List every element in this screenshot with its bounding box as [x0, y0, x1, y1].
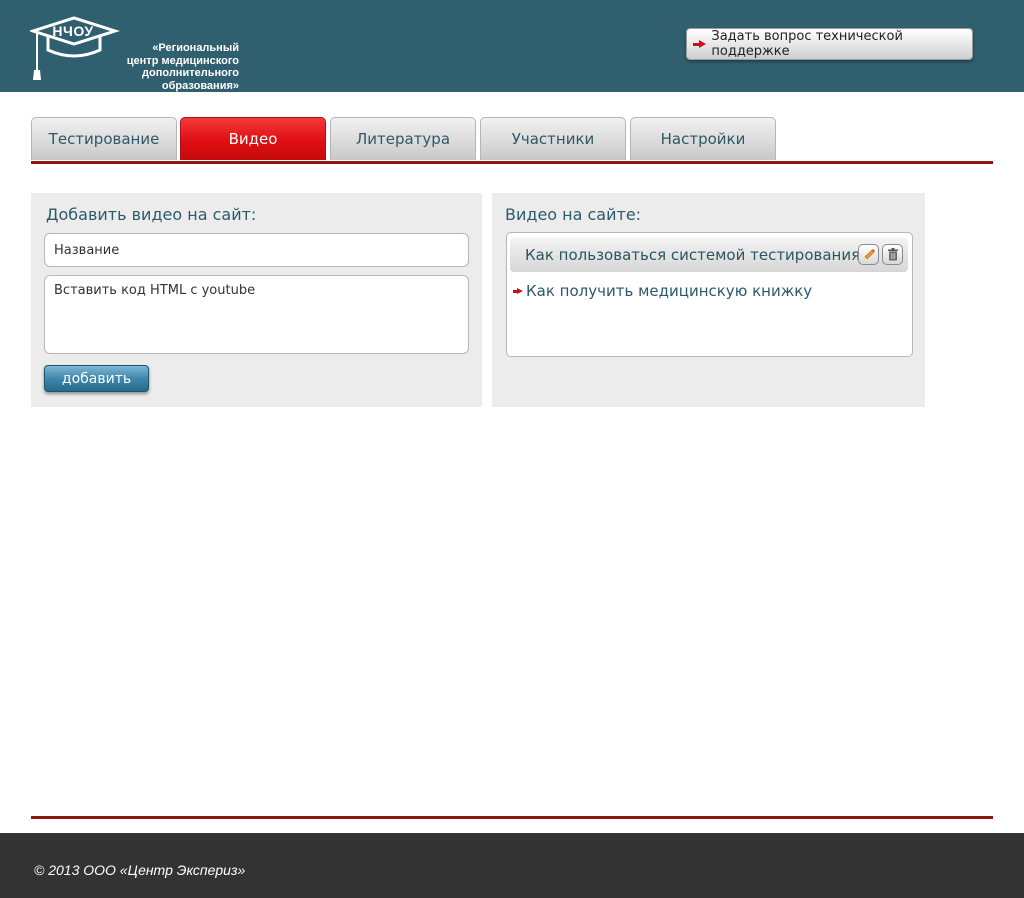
site-videos-panel: Видео на сайте: Как пользоваться системо…	[492, 193, 925, 407]
tab-participants[interactable]: Участники	[480, 117, 626, 160]
video-list: Как пользоваться системой тестирования К…	[506, 232, 913, 357]
tabs-divider	[31, 161, 993, 164]
logo-name-line: «Региональный	[152, 42, 239, 54]
tech-support-button[interactable]: Задать вопрос технической поддержке	[686, 28, 973, 60]
footer-divider	[31, 816, 993, 819]
edit-button[interactable]	[858, 244, 879, 265]
trash-icon	[887, 248, 898, 261]
copyright-text: © 2013 ООО «Центр Экспериз»	[34, 862, 246, 878]
pencil-icon	[863, 248, 875, 260]
video-item-title: Как пользоваться системой тестирования	[525, 246, 861, 264]
video-name-input[interactable]	[44, 233, 469, 267]
logo-abbreviation: НЧОУ	[52, 23, 94, 39]
arrow-right-icon	[693, 39, 707, 49]
logo-name-line: дополнительного образования»	[142, 67, 239, 92]
video-list-item-selected[interactable]: Как пользоваться системой тестирования	[510, 238, 908, 272]
tab-literature[interactable]: Литература	[330, 117, 476, 160]
video-item-actions	[858, 244, 903, 265]
add-video-title: Добавить видео на сайт:	[46, 205, 257, 224]
tech-support-label: Задать вопрос технической поддержке	[711, 29, 903, 59]
logo-name-line: центр медицинского	[126, 54, 239, 67]
arrow-right-icon	[513, 287, 523, 295]
tab-settings[interactable]: Настройки	[630, 117, 776, 160]
logo[interactable]: НЧОУ «Региональный центр медицинского до…	[30, 14, 245, 92]
site-header: НЧОУ «Региональный центр медицинского до…	[0, 0, 1024, 92]
tab-video[interactable]: Видео	[180, 117, 326, 160]
tab-testing[interactable]: Тестирование	[31, 117, 177, 160]
add-video-button[interactable]: добавить	[44, 365, 149, 392]
video-list-item[interactable]: Как получить медицинскую книжку	[513, 282, 812, 300]
add-video-panel: Добавить видео на сайт: добавить	[31, 193, 482, 407]
video-item-title: Как получить медицинскую книжку	[526, 282, 813, 300]
video-code-textarea[interactable]	[44, 275, 469, 354]
delete-button[interactable]	[882, 244, 903, 265]
site-videos-title: Видео на сайте:	[505, 205, 642, 224]
site-footer: © 2013 ООО «Центр Экспериз»	[0, 833, 1024, 898]
logo-organization-name: «Региональный центр медицинского дополни…	[79, 42, 239, 92]
